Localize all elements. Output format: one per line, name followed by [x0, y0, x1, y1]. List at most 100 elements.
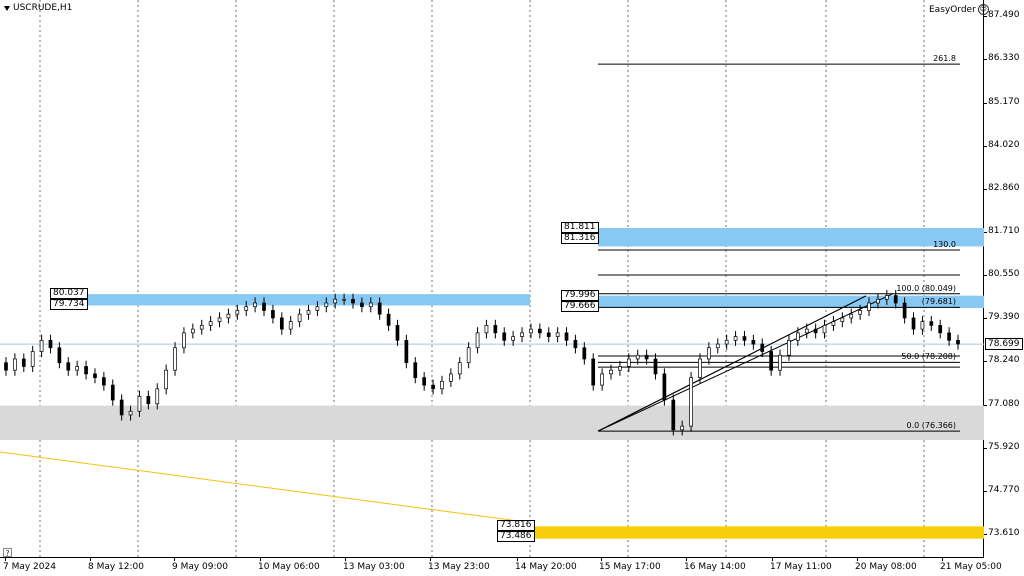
candle-body	[422, 377, 427, 386]
time-tick	[174, 558, 175, 561]
candle-body	[520, 332, 524, 337]
candle-body	[360, 302, 364, 308]
candle-body	[466, 347, 471, 364]
price-label: 78.240	[988, 355, 1020, 366]
candle-body	[502, 332, 507, 341]
candle-body	[947, 332, 951, 341]
time-tick	[686, 558, 687, 561]
symbol-title[interactable]: USCRUDE,H1	[4, 3, 72, 13]
candle-body	[573, 339, 578, 349]
candle-body	[618, 366, 622, 371]
candle-body	[75, 366, 80, 371]
candle-body	[555, 332, 560, 337]
candle-body	[591, 358, 596, 386]
zone-price-label: 80.037	[50, 288, 88, 300]
candle-body	[271, 310, 275, 319]
candle-body	[333, 298, 338, 304]
price-tick	[984, 490, 987, 492]
price-tick	[984, 404, 987, 406]
time-label: 8 May 12:00	[88, 562, 144, 572]
fib-level-label: 100.0 (80.049)	[896, 283, 956, 293]
easy-order-label: EasyOrder	[929, 4, 976, 15]
time-tick	[260, 558, 261, 561]
time-label: 9 May 09:00	[172, 562, 228, 572]
chart-area[interactable]: USCRUDE,H1 EasyOrder ☺ 80.037 79.734 81.81…	[0, 0, 989, 558]
candle-body	[635, 354, 640, 360]
time-tick	[345, 558, 346, 561]
time-axis[interactable]: 7 May 2024 8 May 12:00 9 May 09:00 10 May 0…	[0, 558, 1002, 576]
candle-body	[529, 328, 533, 334]
candle-body	[511, 336, 515, 341]
candle-body	[351, 298, 355, 304]
chart-canvas[interactable]	[0, 0, 984, 558]
zone-price-label: 81.811	[561, 221, 599, 233]
time-label: 14 May 20:00	[515, 562, 577, 572]
price-axis[interactable]: 78.699 87.490 86.330 85.170 84.020 82.860 81.…	[984, 0, 1024, 558]
price-tick	[984, 231, 987, 233]
candle-body	[199, 325, 204, 330]
fib-level-label: (79.681)	[921, 297, 956, 307]
fib-level-label: 0.0 (76.366)	[906, 421, 957, 431]
blue-zone-left	[88, 294, 530, 306]
candle-body	[173, 347, 177, 371]
candle-body	[537, 328, 542, 334]
price-label: 73.610	[988, 528, 1020, 538]
price-tick	[984, 188, 987, 190]
price-tick	[984, 102, 987, 104]
candle-body	[93, 373, 97, 378]
candle-body	[235, 310, 240, 315]
candle-body	[626, 358, 631, 367]
candle-body	[778, 354, 782, 371]
candle-body	[413, 362, 418, 378]
gray-zone	[0, 405, 984, 440]
price-tick	[984, 59, 987, 61]
candle-body	[493, 325, 498, 334]
time-label: 7 May 2024	[3, 562, 56, 572]
gold-trendline[interactable]	[0, 451, 534, 524]
candle-body	[938, 325, 943, 334]
candle-body	[182, 332, 186, 349]
price-label: 74.770	[988, 484, 1020, 495]
fib-level-label: 261.8	[933, 54, 956, 64]
candle-body	[208, 321, 213, 326]
candle-body	[39, 339, 44, 352]
time-tick	[772, 558, 773, 561]
candle-body	[315, 306, 320, 311]
candle-body	[30, 351, 35, 367]
candle-body	[164, 369, 168, 390]
price-label: 81.710	[988, 225, 1020, 236]
candle-body	[600, 373, 604, 386]
time-tick	[430, 558, 431, 561]
price-tick	[984, 534, 987, 535]
candle-body	[582, 347, 587, 360]
candle-body	[689, 377, 693, 427]
candle-body	[653, 358, 658, 375]
candle-body	[21, 358, 26, 367]
fib-level-label: 50.0 (78.208)	[901, 352, 956, 362]
price-label: 84.020	[988, 139, 1020, 150]
candle-body	[66, 362, 71, 371]
candle-body	[279, 317, 284, 330]
candle-body	[128, 410, 133, 416]
candle-body	[707, 347, 711, 360]
price-tick	[984, 16, 987, 17]
price-label: 79.390	[988, 312, 1020, 323]
zone-price-label: 73.486	[497, 531, 535, 543]
price-label: 77.080	[988, 398, 1020, 409]
fib-level-label: 130.0	[933, 239, 956, 249]
candle-body	[395, 325, 400, 341]
candle-body	[48, 339, 53, 349]
candle-body	[288, 321, 293, 330]
gold-zone	[533, 526, 984, 539]
easy-order-button[interactable]: EasyOrder ☺	[929, 4, 989, 15]
candle-body	[217, 317, 222, 322]
candle-body	[244, 306, 249, 311]
help-button[interactable]: ?	[3, 548, 12, 558]
symbol-menu-icon[interactable]	[4, 5, 10, 11]
vertical-grid	[39, 0, 925, 558]
candle-body	[475, 332, 480, 349]
candle-body	[155, 388, 160, 405]
price-label: 87.490	[988, 10, 1020, 20]
price-label: 82.860	[988, 182, 1020, 193]
candle-body	[546, 332, 551, 337]
